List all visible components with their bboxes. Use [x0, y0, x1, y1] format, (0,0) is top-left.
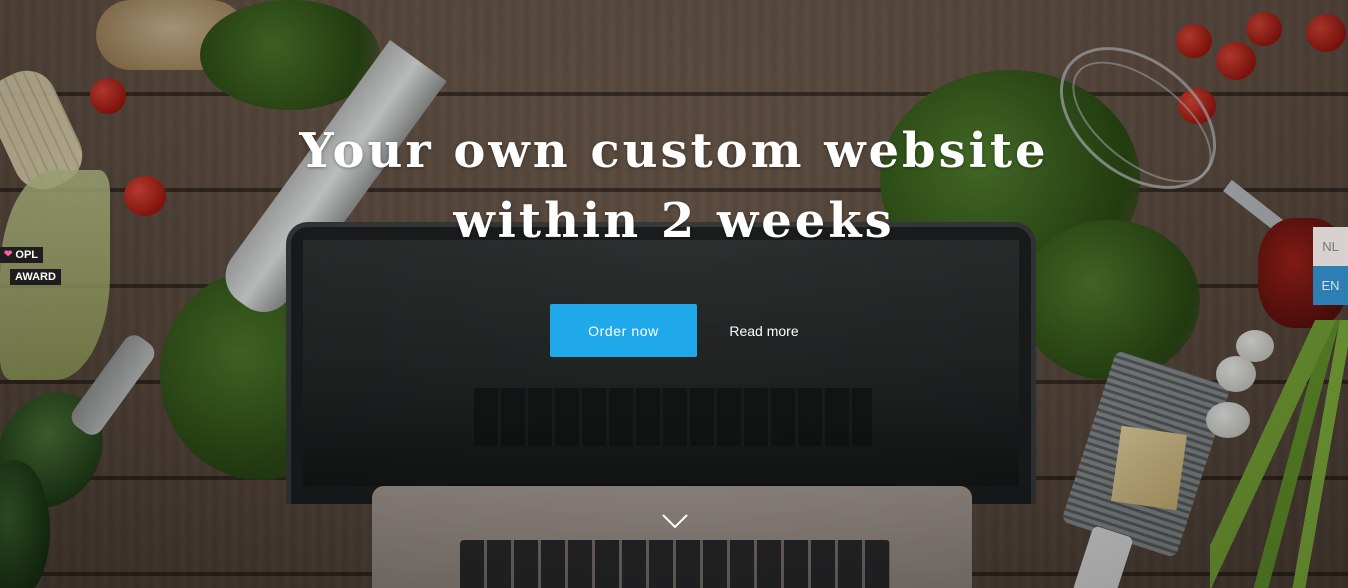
- language-option-en[interactable]: EN: [1313, 266, 1348, 305]
- hero-headline-line-2: within 2 weeks: [453, 193, 895, 249]
- award-badge-line-1: OPL: [15, 249, 39, 261]
- hero-section: Your own custom website within 2 weeks O…: [0, 0, 1348, 588]
- order-now-button[interactable]: Order now: [550, 304, 697, 357]
- read-more-link[interactable]: Read more: [718, 304, 810, 357]
- award-badge-line-2: AWARD: [10, 269, 61, 285]
- language-switcher: NL EN: [1313, 227, 1348, 305]
- language-option-nl[interactable]: NL: [1313, 227, 1348, 266]
- award-badge-top: ❤ OPL: [0, 247, 44, 263]
- hero-headline: Your own custom website within 2 weeks: [0, 116, 1348, 256]
- hero-overlay: [0, 0, 1348, 588]
- heart-icon: ❤: [4, 249, 13, 260]
- chevron-down-icon: [662, 514, 688, 529]
- scroll-down-button[interactable]: [660, 510, 690, 534]
- hero-headline-line-1: Your own custom website: [299, 123, 1049, 179]
